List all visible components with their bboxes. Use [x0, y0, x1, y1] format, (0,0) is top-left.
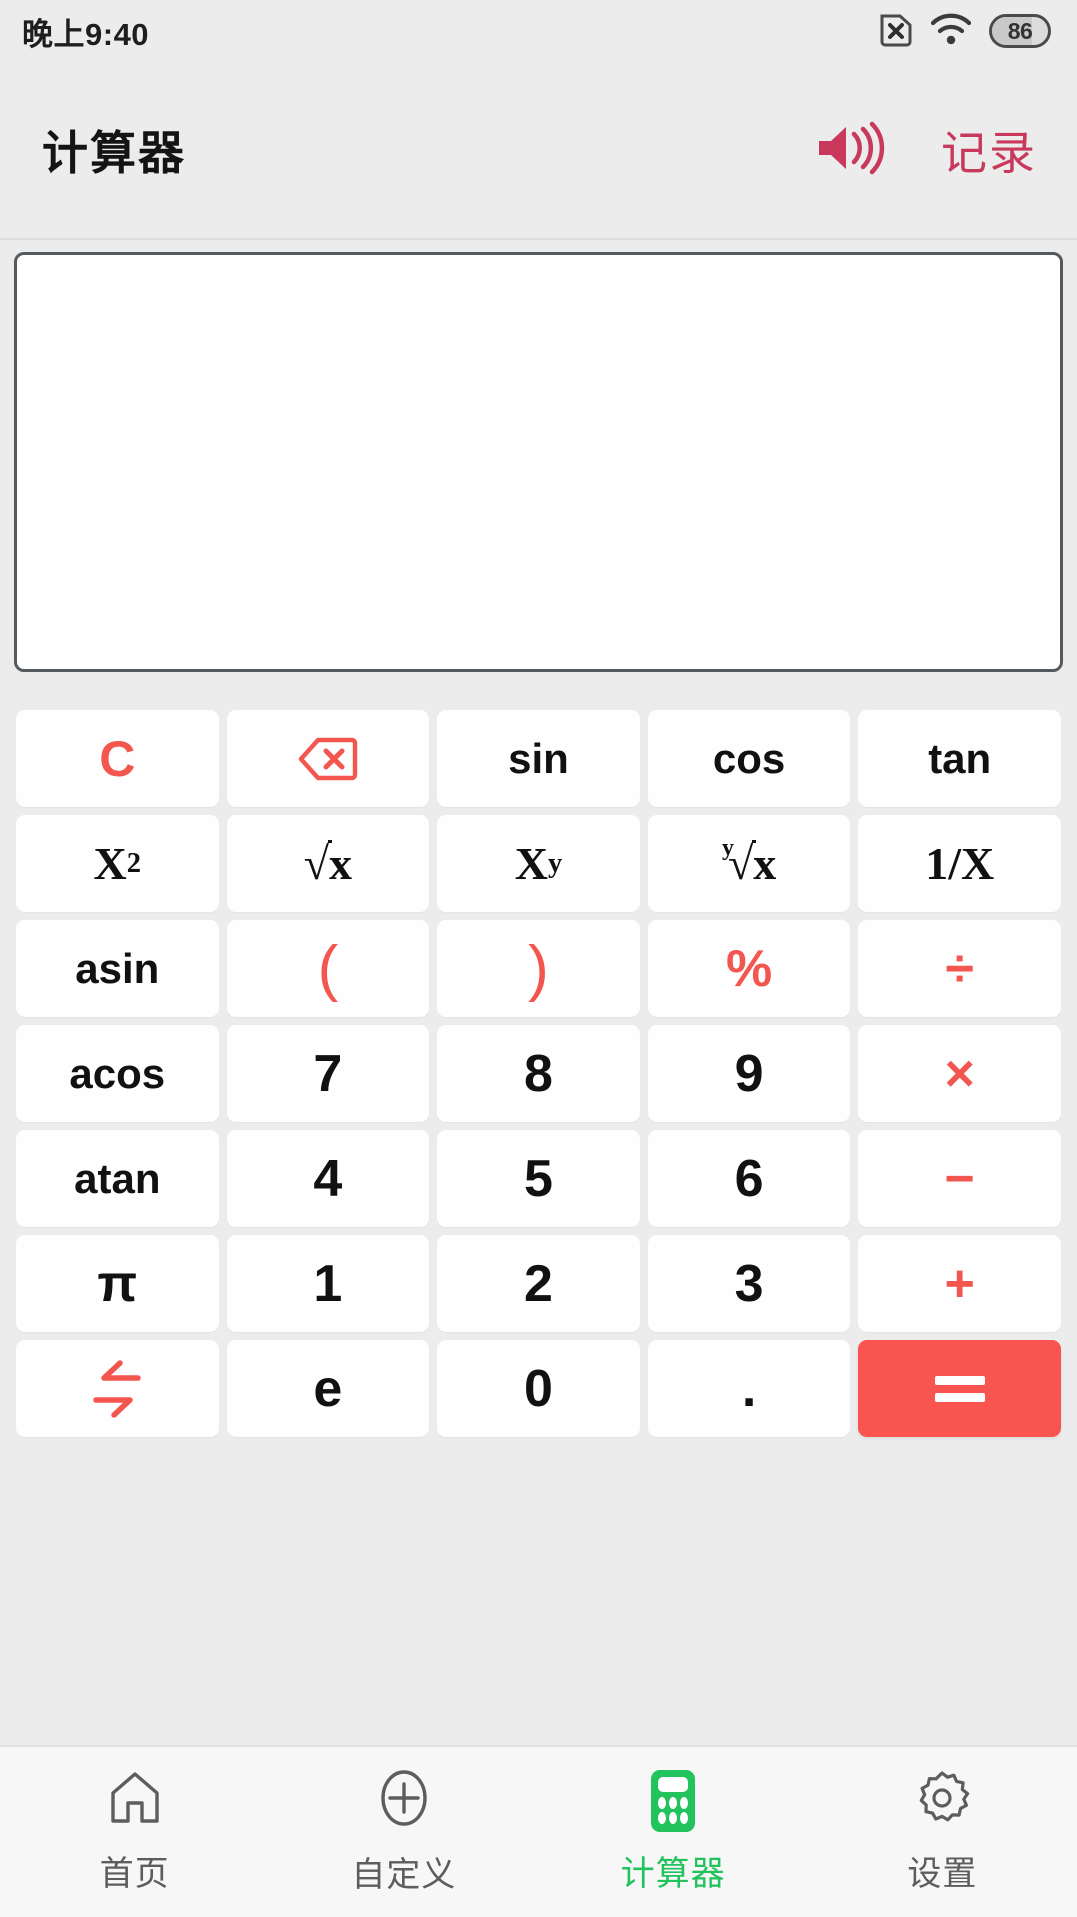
key-multiply[interactable]: ×: [858, 1025, 1061, 1122]
nav-label-settings: 设置: [907, 1855, 978, 1893]
nav-item-custom[interactable]: 自定义: [269, 1768, 538, 1896]
header-actions: 记录: [815, 117, 1037, 183]
history-button[interactable]: 记录: [941, 117, 1037, 183]
calculator-icon-key: [680, 1811, 689, 1824]
nav-item-settings[interactable]: 设置: [808, 1769, 1077, 1895]
calculator-icon-key: [669, 1796, 678, 1809]
nav-item-home[interactable]: 首页: [0, 1769, 269, 1895]
key-clear[interactable]: C: [16, 710, 219, 807]
nav-item-calculator[interactable]: 计算器: [539, 1769, 808, 1895]
key-reciprocal[interactable]: 1/X: [858, 815, 1061, 912]
key-plus[interactable]: +: [858, 1235, 1061, 1332]
key-cos[interactable]: cos: [647, 710, 851, 807]
calculator-icon: [651, 1769, 696, 1832]
key-5[interactable]: 5: [437, 1130, 640, 1227]
key-paren-open[interactable]: (: [226, 920, 430, 1017]
speaker-icon[interactable]: [815, 121, 885, 180]
key-0[interactable]: 0: [437, 1340, 640, 1437]
key-asin[interactable]: asin: [16, 920, 219, 1017]
status-time: 晚上9:40: [22, 16, 150, 52]
key-x-squared[interactable]: X2: [16, 815, 219, 912]
key-4[interactable]: 4: [226, 1130, 430, 1227]
key-nth-root-x-label: x: [753, 838, 777, 889]
key-e[interactable]: e: [226, 1340, 430, 1437]
key-acos[interactable]: acos: [16, 1025, 219, 1122]
key-sin[interactable]: sin: [437, 710, 640, 807]
expression-display[interactable]: [14, 252, 1063, 672]
nav-label-custom: 自定义: [351, 1856, 457, 1894]
key-2[interactable]: 2: [437, 1235, 640, 1332]
key-pi[interactable]: π: [16, 1235, 219, 1332]
key-1[interactable]: 1: [226, 1235, 430, 1332]
key-divide[interactable]: ÷: [858, 920, 1061, 1017]
calculator-keypad: Csin cos tan X 2 √ x Xy y √ x 1/X asin()% ÷ acos 7 8 9 × at…: [0, 710, 1077, 1437]
key-swap[interactable]: [16, 1340, 219, 1437]
calculator-icon-screen: [658, 1776, 689, 1792]
key-atan[interactable]: atan: [16, 1130, 219, 1227]
key-equals[interactable]: [858, 1340, 1061, 1437]
battery-indicator: 86: [989, 14, 1051, 48]
key-sqrt-x[interactable]: √ x: [226, 815, 430, 912]
key-9[interactable]: 9: [647, 1025, 851, 1122]
key-minus[interactable]: −: [858, 1130, 1061, 1227]
calculator-icon-key: [680, 1796, 689, 1809]
status-bar: 晚上9:40 86: [0, 0, 1077, 62]
plus-circle-icon: [376, 1768, 432, 1833]
calculator-icon-key: [669, 1811, 678, 1824]
battery-level: 86: [1007, 17, 1033, 44]
app-header: 计算器 记录: [0, 62, 1077, 240]
key-tan[interactable]: tan: [858, 710, 1061, 807]
key-6[interactable]: 6: [647, 1130, 851, 1227]
key-x-pow-y[interactable]: Xy: [437, 815, 640, 912]
key-percent[interactable]: %: [647, 920, 851, 1017]
nav-label-home: 首页: [99, 1855, 170, 1893]
key-3[interactable]: 3: [647, 1235, 851, 1332]
key-decimal[interactable]: .: [647, 1340, 851, 1437]
calculator-icon-keys: [658, 1796, 689, 1824]
page-title: 计算器: [42, 127, 186, 179]
status-icons: 86: [879, 11, 1051, 52]
key-nth-root-x[interactable]: y √ x: [647, 815, 851, 912]
calculator-icon-key: [658, 1811, 667, 1824]
bottom-navigation: 首页 自定义 计算器 设置: [0, 1745, 1077, 1917]
gear-icon: [913, 1769, 971, 1832]
key-7[interactable]: 7: [226, 1025, 430, 1122]
no-sim-icon: [879, 11, 913, 52]
display-area: [0, 240, 1077, 672]
nav-label-calculator: 计算器: [620, 1854, 726, 1893]
wifi-icon: [930, 12, 972, 51]
key-backspace[interactable]: [226, 710, 430, 807]
key-8[interactable]: 8: [437, 1025, 640, 1122]
calculator-icon-key: [658, 1796, 667, 1809]
key-sqrt-x-label: x: [329, 838, 353, 889]
key-paren-close[interactable]: ): [437, 920, 640, 1017]
home-icon: [107, 1769, 163, 1832]
